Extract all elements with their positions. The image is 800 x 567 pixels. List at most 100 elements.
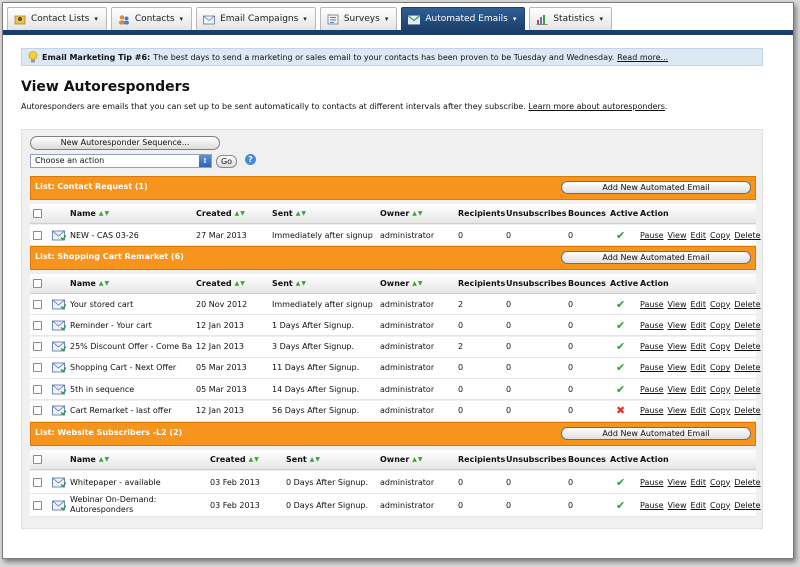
row-edit-link[interactable]: Edit	[691, 478, 707, 487]
row-view-link[interactable]: View	[668, 478, 687, 487]
row-checkbox[interactable]	[33, 384, 42, 394]
row-copy-link[interactable]: Copy	[710, 478, 730, 487]
sort-arrows-icon[interactable]: ▲▼	[310, 456, 321, 463]
add-automated-email-button[interactable]: Add New Automated Email	[561, 181, 751, 194]
help-icon[interactable]: ?	[245, 154, 256, 165]
row-edit-link[interactable]: Edit	[691, 501, 707, 510]
row-copy-link[interactable]: Copy	[710, 501, 730, 510]
col-owner[interactable]: Owner ▲▼	[380, 274, 424, 293]
row-pause-link[interactable]: Pause	[640, 342, 664, 351]
col-sent[interactable]: Sent ▲▼	[286, 450, 321, 469]
col-name[interactable]: Name ▲▼	[70, 204, 110, 223]
row-delete-link[interactable]: Delete	[734, 385, 760, 394]
col-created[interactable]: Created ▲▼	[196, 204, 246, 223]
table-row: Webinar On-Demand: Autoresponders 03 Feb …	[30, 494, 761, 517]
row-pause-link[interactable]: Pause	[640, 385, 664, 394]
row-delete-link[interactable]: Delete	[734, 321, 760, 330]
col-created[interactable]: Created ▲▼	[210, 450, 260, 469]
row-checkbox[interactable]	[33, 320, 42, 330]
row-view-link[interactable]: View	[668, 501, 687, 510]
sort-arrows-icon[interactable]: ▲▼	[235, 210, 246, 217]
row-copy-link[interactable]: Copy	[710, 385, 730, 394]
row-pause-link[interactable]: Pause	[640, 406, 664, 415]
row-view-link[interactable]: View	[668, 363, 687, 372]
row-view-link[interactable]: View	[668, 300, 687, 309]
row-checkbox[interactable]	[33, 363, 42, 373]
action-select[interactable]: Choose an action ⇕	[30, 154, 212, 168]
list-title: List: Shopping Cart Remarket (6)	[35, 252, 184, 261]
select-all-checkbox[interactable]	[33, 455, 42, 464]
row-copy-link[interactable]: Copy	[710, 300, 730, 309]
col-name[interactable]: Name ▲▼	[70, 274, 110, 293]
col-owner[interactable]: Owner ▲▼	[380, 450, 424, 469]
row-pause-link[interactable]: Pause	[640, 321, 664, 330]
sort-arrows-icon[interactable]: ▲▼	[249, 456, 260, 463]
col-sent[interactable]: Sent ▲▼	[272, 274, 307, 293]
tab-contact-lists[interactable]: Contact Lists ▾	[7, 7, 107, 30]
row-edit-link[interactable]: Edit	[691, 363, 707, 372]
row-delete-link[interactable]: Delete	[734, 478, 760, 487]
sort-arrows-icon[interactable]: ▲▼	[99, 280, 110, 287]
row-delete-link[interactable]: Delete	[734, 363, 760, 372]
row-edit-link[interactable]: Edit	[691, 300, 707, 309]
row-checkbox[interactable]	[33, 342, 42, 352]
row-delete-link[interactable]: Delete	[734, 342, 760, 351]
sort-arrows-icon[interactable]: ▲▼	[99, 210, 110, 217]
new-sequence-button[interactable]: New Autoresponder Sequence...	[30, 136, 220, 150]
row-delete-link[interactable]: Delete	[734, 501, 760, 510]
col-owner[interactable]: Owner ▲▼	[380, 204, 424, 223]
sort-arrows-icon[interactable]: ▲▼	[296, 280, 307, 287]
row-delete-link[interactable]: Delete	[734, 406, 760, 415]
row-pause-link[interactable]: Pause	[640, 501, 664, 510]
sort-arrows-icon[interactable]: ▲▼	[412, 210, 423, 217]
tab-statistics[interactable]: Statistics ▾	[529, 7, 612, 30]
row-actions: Pause View Edit Copy Delete	[640, 358, 765, 378]
add-automated-email-button[interactable]: Add New Automated Email	[561, 251, 751, 264]
row-edit-link[interactable]: Edit	[691, 231, 707, 240]
tab-email-campaigns[interactable]: Email Campaigns ▾	[196, 7, 316, 30]
row-copy-link[interactable]: Copy	[710, 363, 730, 372]
col-created[interactable]: Created ▲▼	[196, 274, 246, 293]
select-all-checkbox[interactable]	[33, 279, 42, 288]
row-pause-link[interactable]: Pause	[640, 231, 664, 240]
row-edit-link[interactable]: Edit	[691, 406, 707, 415]
row-checkbox[interactable]	[33, 299, 42, 309]
sort-arrows-icon[interactable]: ▲▼	[99, 456, 110, 463]
row-checkbox[interactable]	[33, 477, 42, 487]
row-view-link[interactable]: View	[668, 406, 687, 415]
row-view-link[interactable]: View	[668, 385, 687, 394]
row-copy-link[interactable]: Copy	[710, 321, 730, 330]
tab-automated-emails[interactable]: Automated Emails ▾	[401, 7, 526, 30]
sort-arrows-icon[interactable]: ▲▼	[412, 456, 423, 463]
row-copy-link[interactable]: Copy	[710, 342, 730, 351]
row-checkbox[interactable]	[33, 406, 42, 415]
row-copy-link[interactable]: Copy	[710, 406, 730, 415]
row-edit-link[interactable]: Edit	[691, 385, 707, 394]
tab-surveys[interactable]: Surveys ▾	[319, 7, 398, 30]
row-edit-link[interactable]: Edit	[691, 342, 707, 351]
select-all-checkbox[interactable]	[33, 209, 42, 218]
sort-arrows-icon[interactable]: ▲▼	[235, 280, 246, 287]
add-automated-email-button[interactable]: Add New Automated Email	[561, 427, 751, 440]
row-pause-link[interactable]: Pause	[640, 478, 664, 487]
learn-more-link[interactable]: Learn more about autoresponders	[528, 102, 665, 111]
row-view-link[interactable]: View	[668, 342, 687, 351]
row-pause-link[interactable]: Pause	[640, 363, 664, 372]
row-view-link[interactable]: View	[668, 321, 687, 330]
tip-read-more-link[interactable]: Read more...	[617, 53, 668, 62]
row-copy-link[interactable]: Copy	[710, 231, 730, 240]
row-view-link[interactable]: View	[668, 231, 687, 240]
col-sent[interactable]: Sent ▲▼	[272, 204, 307, 223]
row-delete-link[interactable]: Delete	[734, 300, 760, 309]
col-name[interactable]: Name ▲▼	[70, 450, 110, 469]
sort-arrows-icon[interactable]: ▲▼	[412, 280, 423, 287]
row-pause-link[interactable]: Pause	[640, 300, 664, 309]
sort-arrows-icon[interactable]: ▲▼	[296, 210, 307, 217]
row-edit-link[interactable]: Edit	[691, 321, 707, 330]
row-checkbox[interactable]	[33, 500, 42, 510]
go-button[interactable]: Go	[216, 155, 237, 168]
row-delete-link[interactable]: Delete	[734, 231, 760, 240]
tab-contacts[interactable]: Contacts ▾	[110, 7, 193, 30]
automated-emails-icon	[408, 14, 421, 25]
row-checkbox[interactable]	[33, 230, 42, 240]
